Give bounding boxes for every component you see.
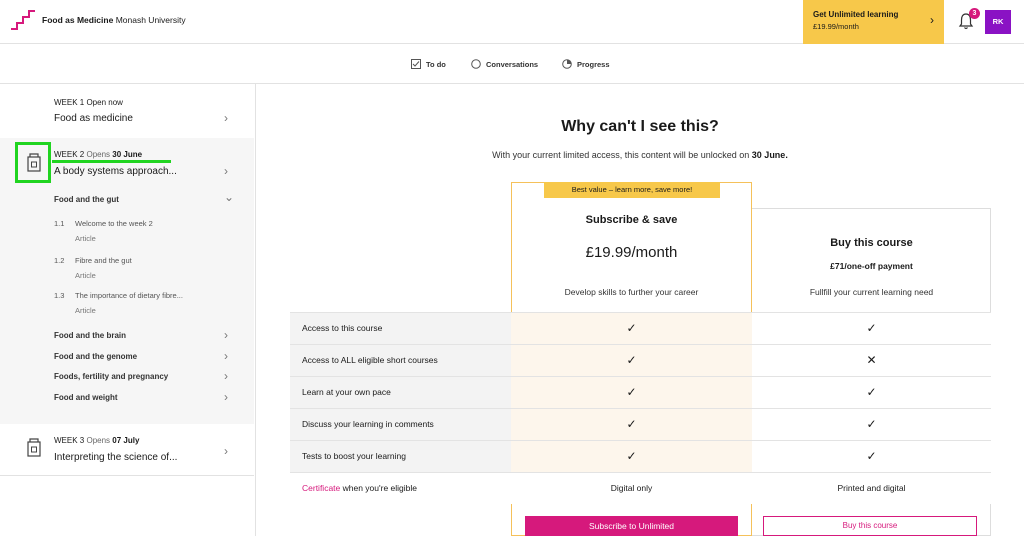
highlight-box (15, 142, 51, 183)
step-kind: Article (75, 306, 96, 315)
sidebar-section-food-weight[interactable]: Food and weight (54, 393, 118, 402)
table-row: Certificate when you're eligible Digital… (290, 472, 991, 504)
course-name: Food as Medicine (42, 15, 114, 25)
step-title[interactable]: The importance of dietary fibre... (75, 291, 183, 300)
certificate-link[interactable]: Certificate (302, 483, 340, 493)
check-icon: ✓ (752, 409, 991, 440)
week-label: WEEK 2 Opens 30 June (54, 150, 142, 159)
week-label: WEEK 1 Open now (54, 98, 123, 107)
unlock-message: With your current limited access, this c… (256, 150, 1024, 160)
avatar[interactable]: RK (985, 10, 1011, 34)
step-number: 1.2 (54, 256, 65, 265)
check-icon: ✓ (511, 377, 752, 408)
chevron-right-icon: › (930, 13, 934, 27)
unlock-text: With your current limited access, this c… (492, 150, 752, 160)
chevron-right-icon[interactable]: › (224, 349, 228, 363)
subscribe-plan-desc: Develop skills to further your career (564, 287, 699, 297)
table-row: Access to ALL eligible short courses ✓ ✕ (290, 344, 991, 376)
cross-icon: ✕ (752, 345, 991, 376)
check-icon: ✓ (511, 409, 752, 440)
check-icon: ✓ (752, 377, 991, 408)
table-row: Tests to boost your learning ✓ ✓ (290, 440, 991, 472)
check-icon: ✓ (752, 313, 991, 344)
week-title: Interpreting the science of... (54, 452, 178, 463)
feature-name: Access to this course (290, 313, 511, 344)
checkbox-icon (411, 59, 421, 69)
tab-label: To do (426, 59, 446, 69)
open-date: 30 June (112, 150, 143, 159)
check-icon: ✓ (752, 441, 991, 472)
opens-text: Opens (86, 436, 111, 445)
get-unlimited-banner[interactable]: Get Unlimited learning £19.99/month › (803, 0, 944, 44)
chevron-right-icon: › (224, 444, 228, 458)
highlight-underline (52, 160, 171, 163)
feature-name: Access to ALL eligible short courses (290, 345, 511, 376)
open-date: 07 July (112, 436, 140, 445)
buy-plan-price: £71/one-off payment (830, 261, 913, 271)
check-icon: ✓ (511, 313, 752, 344)
best-value-ribbon: Best value – learn more, save more! (544, 182, 720, 198)
chevron-down-icon[interactable]: ⌄ (224, 190, 234, 204)
course-tabs: To do Conversations Progress (0, 44, 1024, 84)
opens-text: Opens (86, 150, 111, 159)
unlimited-title: Get Unlimited learning (813, 10, 899, 19)
week-label: WEEK 3 Opens 07 July (54, 436, 139, 445)
subscribe-button[interactable]: Subscribe to Unlimited (525, 516, 738, 536)
unlock-date: 30 June. (751, 150, 788, 160)
table-row: Learn at your own pace ✓ ✓ (290, 376, 991, 408)
unlimited-price: £19.99/month (813, 22, 859, 31)
check-icon: ✓ (511, 345, 752, 376)
table-row: Discuss your learning in comments ✓ ✓ (290, 408, 991, 440)
tab-progress[interactable]: Progress (562, 59, 610, 69)
table-row: Access to this course ✓ ✓ (290, 312, 991, 344)
check-icon: ✓ (511, 441, 752, 472)
certificate-buy-value: Printed and digital (752, 473, 991, 504)
feature-name: Certificate when you're eligible (290, 473, 511, 504)
sidebar-section-fertility[interactable]: Foods, fertility and pregnancy (54, 372, 168, 381)
buy-course-button[interactable]: Buy this course (763, 516, 977, 536)
circle-icon (471, 59, 481, 69)
notification-badge: 3 (969, 8, 980, 19)
chevron-right-icon[interactable]: › (224, 328, 228, 342)
sidebar-week-3[interactable]: WEEK 3 Opens 07 July Interpreting the sc… (0, 424, 254, 476)
tab-conversations[interactable]: Conversations (471, 59, 538, 69)
step-kind: Article (75, 271, 96, 280)
sidebar-section-food-genome[interactable]: Food and the genome (54, 352, 137, 361)
feature-name: Learn at your own pace (290, 377, 511, 408)
stairs-logo-icon[interactable] (10, 9, 36, 31)
university-name: Monash University (115, 15, 186, 25)
step-kind: Article (75, 234, 96, 243)
tab-label: Conversations (486, 59, 539, 69)
week-number: WEEK 2 (54, 150, 85, 159)
step-title[interactable]: Welcome to the week 2 (75, 219, 153, 228)
buy-plan-desc: Fullfill your current learning need (809, 287, 934, 297)
page-title: Why can't I see this? (561, 118, 719, 135)
buy-plan-title: Buy this course (830, 237, 913, 249)
course-title[interactable]: Food as Medicine Monash University (42, 15, 186, 25)
feature-name: Tests to boost your learning (290, 441, 511, 472)
progress-icon (562, 59, 572, 69)
chevron-right-icon[interactable]: › (224, 164, 228, 178)
subscribe-plan-price: £19.99/month (585, 244, 678, 261)
chevron-right-icon: › (224, 111, 228, 125)
chevron-right-icon[interactable]: › (224, 369, 228, 383)
feature-name: Discuss your learning in comments (290, 409, 511, 440)
tab-label: Progress (577, 59, 610, 69)
week-title: Food as medicine (54, 113, 133, 124)
step-title[interactable]: Fibre and the gut (75, 256, 132, 265)
sidebar-section-food-gut[interactable]: Food and the gut (54, 195, 119, 204)
week-title[interactable]: A body systems approach... (54, 166, 177, 177)
sidebar-week-1[interactable]: WEEK 1 Open now Food as medicine › (0, 84, 254, 138)
week-number: WEEK 3 (54, 436, 85, 445)
certificate-subscribe-value: Digital only (511, 473, 752, 504)
tab-to-do[interactable]: To do (411, 59, 446, 69)
lock-icon (27, 438, 41, 457)
chevron-right-icon[interactable]: › (224, 390, 228, 404)
subscribe-plan-title: Subscribe & save (585, 214, 678, 226)
step-number: 1.1 (54, 219, 65, 228)
top-header: Food as Medicine Monash University Get U… (0, 0, 1024, 44)
certificate-text: when you're eligible (340, 483, 418, 493)
step-number: 1.3 (54, 291, 65, 300)
sidebar-section-food-brain[interactable]: Food and the brain (54, 331, 126, 340)
